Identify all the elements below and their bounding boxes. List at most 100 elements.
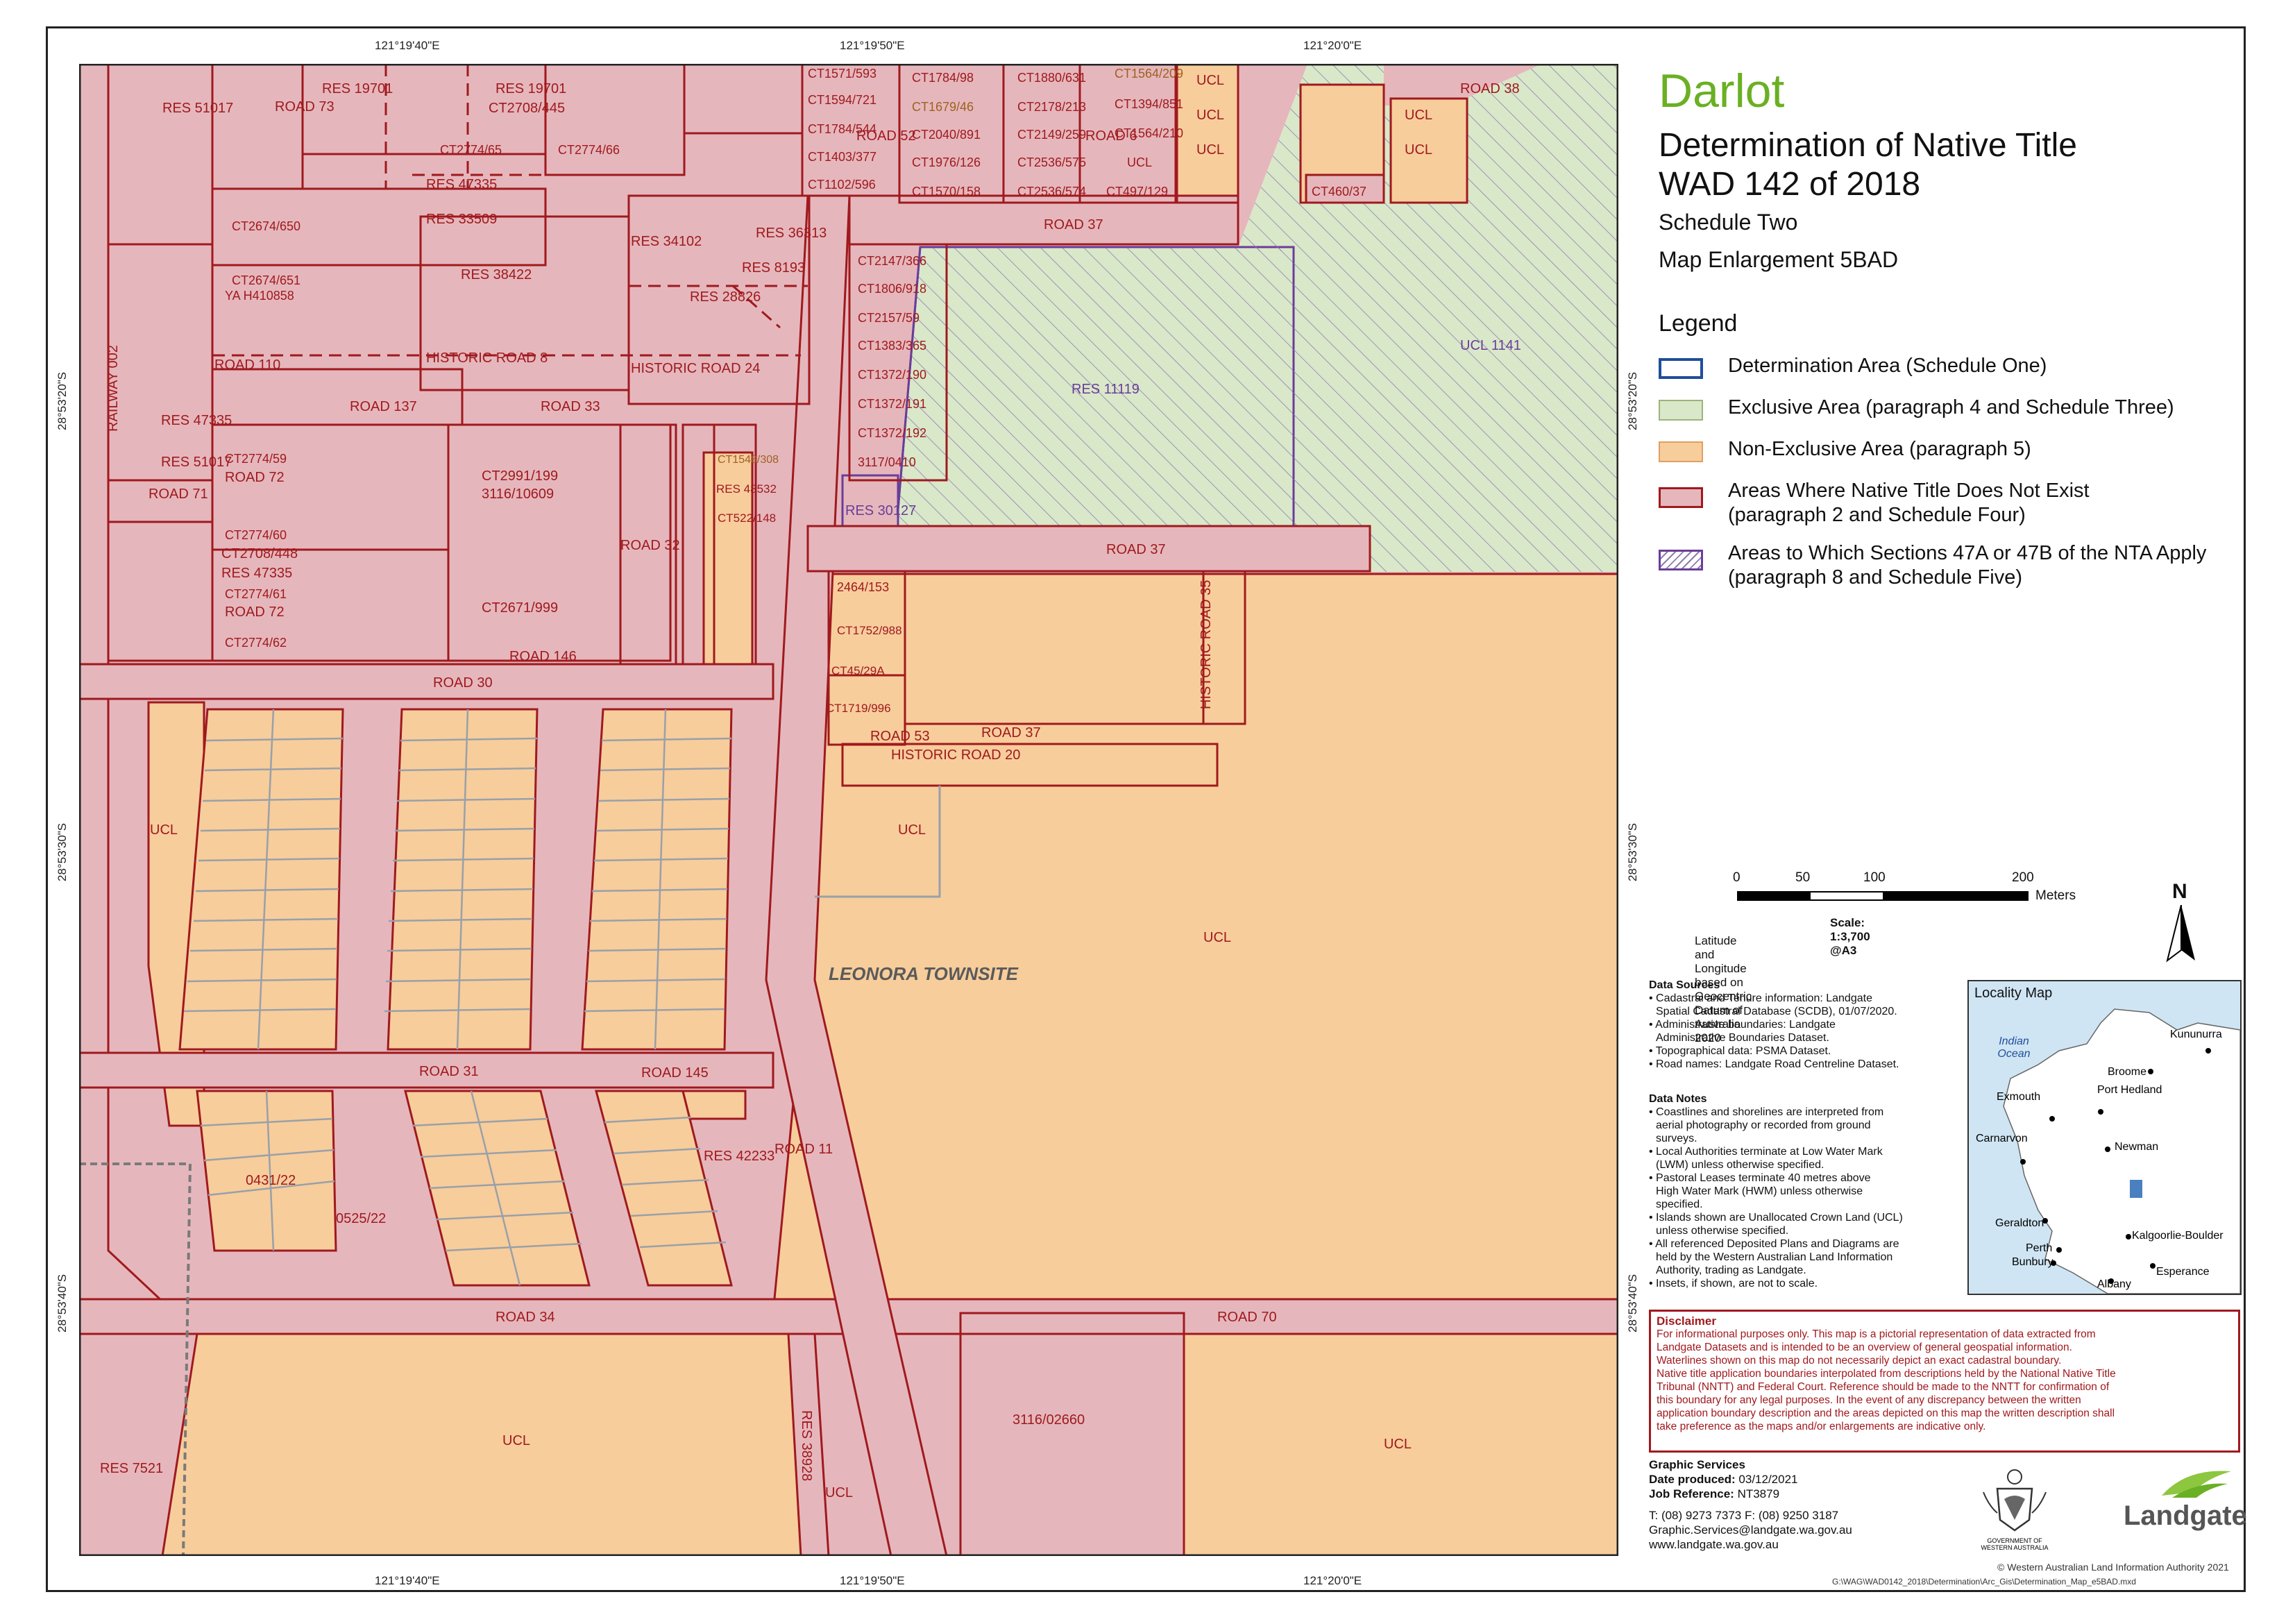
date-produced: Date produced: 03/12/2021 <box>1649 1472 1852 1487</box>
town-dot <box>2126 1234 2131 1240</box>
lbl-road33: ROAD 33 <box>541 399 600 414</box>
lbl-ct1403-377: CT1403/377 <box>808 150 876 164</box>
job-value: NT3879 <box>1737 1487 1780 1500</box>
lbl-railway: RAILWAY 002 <box>105 345 121 432</box>
legend-label: Areas Where Native Title Does Not Exist … <box>1728 479 2242 527</box>
graticule-left-3: 28°53'40"S <box>56 1274 69 1333</box>
lbl-ucl-ne-3: UCL <box>1196 142 1224 158</box>
townsite-label: LEONORA TOWNSITE <box>829 963 1019 984</box>
lbl-road73: ROAD 73 <box>275 99 334 115</box>
lbl-road110: ROAD 110 <box>214 357 280 373</box>
lbl-ct2708-445: CT2708/445 <box>489 101 565 116</box>
data-note-line: • Local Authorities terminate at Low Wat… <box>1649 1146 1883 1158</box>
lbl-road137: ROAD 137 <box>350 399 417 414</box>
date-value: 03/12/2021 <box>1738 1473 1798 1486</box>
lbl-ct1594-721: CT1594/721 <box>808 93 876 107</box>
cadastral-map[interactable]: LEONORA TOWNSITE RAILWAY 002 RES 51017 R… <box>79 64 1618 1556</box>
data-note-line: High Water Mark (HWM) unless otherwise <box>1656 1185 1863 1197</box>
lbl-ct2991-199: CT2991/199 <box>482 468 558 484</box>
disclaimer-title: Disclaimer <box>1657 1314 1716 1328</box>
data-source-line: • Topographical data: PSMA Dataset. <box>1649 1045 1831 1057</box>
lbl-historic-road20: HISTORIC ROAD 20 <box>891 747 1020 763</box>
res-30127 <box>841 474 899 527</box>
data-notes-title: Data Notes <box>1649 1093 1707 1105</box>
lbl-res7521: RES 7521 <box>100 1461 163 1476</box>
lbl-ct3116-10609: 3116/10609 <box>482 487 554 502</box>
data-source-line: • Administrative boundaries: Landgate <box>1649 1019 1836 1031</box>
disclaimer-line: For informational purposes only. This ma… <box>1657 1328 2096 1340</box>
data-source-line: • Cadastral and Tenure information: Land… <box>1649 992 1872 1004</box>
graticule-bottom-1: 121°19'40"E <box>375 1574 440 1587</box>
lbl-ucl-ne-2: UCL <box>1196 108 1224 123</box>
lbl-res47335b: RES 47335 <box>161 413 232 428</box>
lbl-road71: ROAD 71 <box>149 487 208 502</box>
data-note-line: • Islands shown are Unallocated Crown La… <box>1649 1212 1903 1224</box>
landgate-leaf-icon <box>2162 1471 2231 1498</box>
lbl-ct1752-988: CT1752/988 <box>837 624 902 637</box>
lbl-ct2671-999: CT2671/999 <box>482 600 558 616</box>
lbl-road72a: ROAD 72 <box>225 470 285 485</box>
legend-title: Legend <box>1659 310 1738 337</box>
lbl-ucl-ne-1: UCL <box>1196 73 1224 88</box>
scale-tick-0: 0 <box>1733 870 1741 885</box>
lbl-ct3117-0410: 3117/0410 <box>858 455 916 469</box>
legend-label: Non-Exclusive Area (paragraph 5) <box>1728 438 2031 460</box>
town-exmouth: Exmouth <box>1997 1091 2041 1103</box>
lbl-res47335a: RES 47335 <box>426 177 497 192</box>
file-path: G:\WAG\WAD0142_2018\Determination\Arc_Gi… <box>1832 1577 2136 1587</box>
lbl-ct1806-918: CT1806/918 <box>858 282 926 296</box>
town-dot <box>2049 1116 2055 1122</box>
lbl-ct1564-209: CT1564/209 <box>1115 67 1183 81</box>
landgate-wordmark: Landgate <box>2124 1500 2247 1531</box>
town-perth: Perth <box>2026 1242 2053 1254</box>
town-dot <box>2020 1159 2026 1165</box>
lbl-road37-top: ROAD 37 <box>1044 217 1103 232</box>
government-crest: GOVERNMENT OF WESTERN AUSTRALIA <box>1976 1464 2053 1555</box>
legend-swatch <box>1659 358 1703 379</box>
lbl-ct1383-365: CT1383/365 <box>858 339 926 353</box>
lbl-ct2774-66: CT2774/66 <box>558 143 620 157</box>
legend-label-line1: Areas to Which Sections 47A or 47B of th… <box>1728 542 2207 564</box>
gov-line-2: WESTERN AUSTRALIA <box>1981 1544 2049 1551</box>
graticule-bottom-2: 121°19'50"E <box>840 1574 905 1587</box>
email-link[interactable]: Graphic.Services@landgate.wa.gov.au <box>1649 1523 1852 1537</box>
town-newman: Newman <box>2115 1141 2159 1153</box>
lbl-ct2674-651: CT2674/651 <box>232 273 300 287</box>
legend-label-line2: (paragraph 2 and Schedule Four) <box>1728 504 2026 526</box>
map-subtitle-2: WAD 142 of 2018 <box>1659 166 1921 203</box>
web-link[interactable]: www.landgate.wa.gov.au <box>1649 1537 1852 1552</box>
lbl-ct1372-192: CT1372/192 <box>858 426 926 440</box>
lbl-ct45-29a: CT45/29A <box>831 664 885 677</box>
disclaimer-box: Disclaimer For informational purposes on… <box>1649 1310 2240 1453</box>
lbl-road52: ROAD 52 <box>856 128 916 144</box>
lbl-ct1102-596: CT1102/596 <box>808 178 876 192</box>
lbl-ct497-129: CT497/129 <box>1106 185 1168 198</box>
lbl-ct1564-210: CT1564/210 <box>1115 126 1183 140</box>
town-dot <box>2098 1109 2103 1115</box>
lbl-road31: ROAD 31 <box>419 1064 479 1079</box>
disclaimer-line: Waterlines shown on this map do not nece… <box>1657 1355 2062 1367</box>
town-kununurra: Kununurra <box>2170 1029 2222 1040</box>
lbl-ct1719-996: CT1719/996 <box>826 702 891 715</box>
lbl-ct2040-891: CT2040/891 <box>912 128 981 142</box>
lbl-ct1548-308: CT1548/308 <box>718 454 779 466</box>
lbl-ct2774-59: CT2774/59 <box>225 452 287 466</box>
town-dot <box>2205 1048 2211 1054</box>
gov-line-1: GOVERNMENT OF <box>1987 1537 2042 1544</box>
lbl-res42233: RES 42233 <box>704 1149 774 1164</box>
ucl-southwest <box>161 1333 802 1556</box>
graticule-top-2: 121°19'50"E <box>840 39 905 52</box>
lbl-ucl-west: UCL <box>150 822 178 838</box>
legend-label-line1: Areas Where Native Title Does Not Exist <box>1728 480 2090 502</box>
lbl-road72b: ROAD 72 <box>225 604 285 620</box>
lbl-ct1976-126: CT1976/126 <box>912 155 981 169</box>
town-dot <box>2148 1069 2153 1074</box>
lbl-res36313: RES 36313 <box>756 226 827 241</box>
graticule-bottom-3: 121°20'0"E <box>1303 1574 1362 1587</box>
lbl-ct2178-213: CT2178/213 <box>1017 100 1086 114</box>
data-source-line: • Road names: Landgate Road Centreline D… <box>1649 1058 1899 1070</box>
map-subtitle-1: Determination of Native Title <box>1659 127 2077 164</box>
lbl-ucl-south-1: UCL <box>502 1433 530 1448</box>
lbl-res48532: RES 48532 <box>716 482 777 496</box>
lbl-ct2774-65: CT2774/65 <box>440 143 502 157</box>
